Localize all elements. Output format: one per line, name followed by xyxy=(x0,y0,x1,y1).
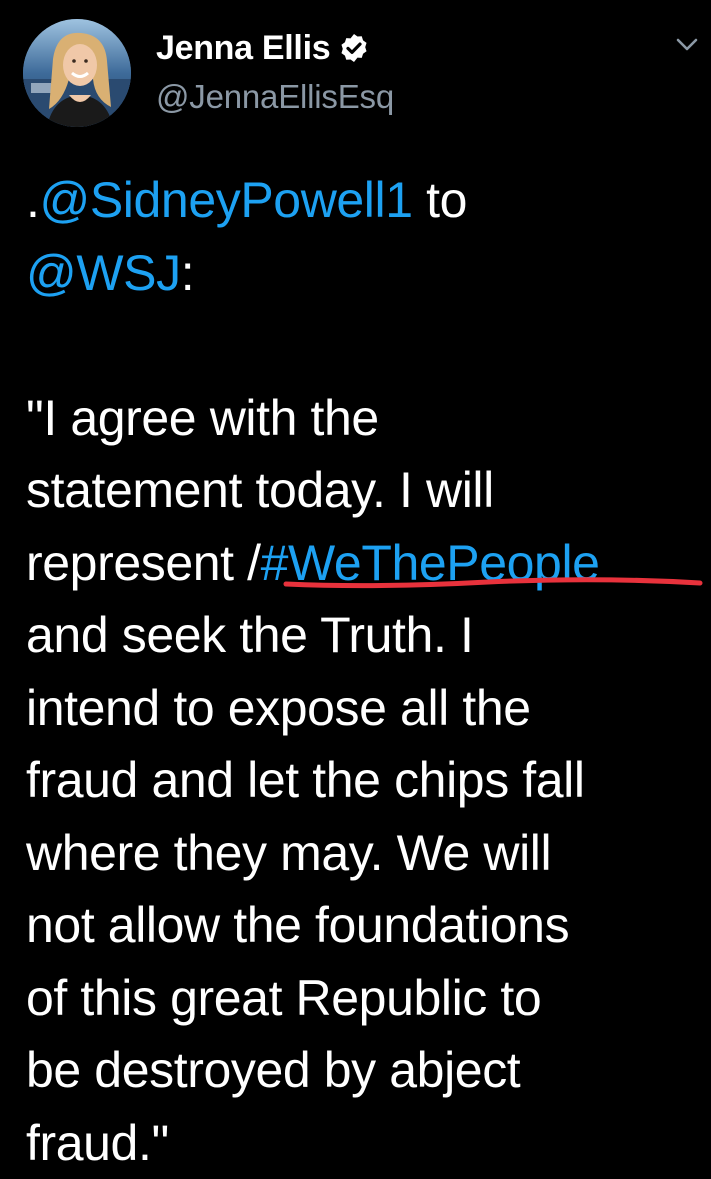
mention-link[interactable]: @WSJ xyxy=(26,245,181,301)
tweet-line: .@SidneyPowell1 to xyxy=(26,164,706,237)
tweet-line: and seek the Truth. I xyxy=(26,599,706,672)
tweet-line: intend to expose all the xyxy=(26,672,706,745)
tweet-line-blank xyxy=(26,309,706,382)
tweet-line: fraud." xyxy=(26,1107,706,1179)
display-name[interactable]: Jenna Ellis xyxy=(156,29,330,68)
tweet-text: .@SidneyPowell1 to @WSJ: "I agree with t… xyxy=(26,164,706,1179)
tweet-line: fraud and let the chips fall xyxy=(26,744,706,817)
red-underline-annotation xyxy=(258,568,708,598)
author-name-row[interactable]: Jenna Ellis xyxy=(156,26,370,70)
author-handle[interactable]: @JennaEllisEsq xyxy=(156,78,394,116)
tweet: Jenna Ellis @JennaEllisEsq .@SidneyPowel… xyxy=(0,0,711,1166)
chevron-down-icon[interactable] xyxy=(672,32,702,58)
tweet-line: @WSJ: xyxy=(26,237,706,310)
tweet-line: statement today. I will xyxy=(26,454,706,527)
tweet-line: be destroyed by abject xyxy=(26,1034,706,1107)
verified-badge-icon xyxy=(338,32,370,64)
text-segment: : xyxy=(181,245,195,301)
tweet-line: where they may. We will xyxy=(26,817,706,890)
avatar[interactable] xyxy=(23,19,131,127)
text-segment: represent / xyxy=(26,535,261,591)
tweet-line: "I agree with the xyxy=(26,382,706,455)
text-segment: . xyxy=(26,172,40,228)
tweet-line: of this great Republic to xyxy=(26,962,706,1035)
tweet-line: not allow the foundations xyxy=(26,889,706,962)
mention-link[interactable]: @SidneyPowell1 xyxy=(40,172,413,228)
profile-photo xyxy=(23,19,131,127)
text-segment: to xyxy=(413,172,467,228)
